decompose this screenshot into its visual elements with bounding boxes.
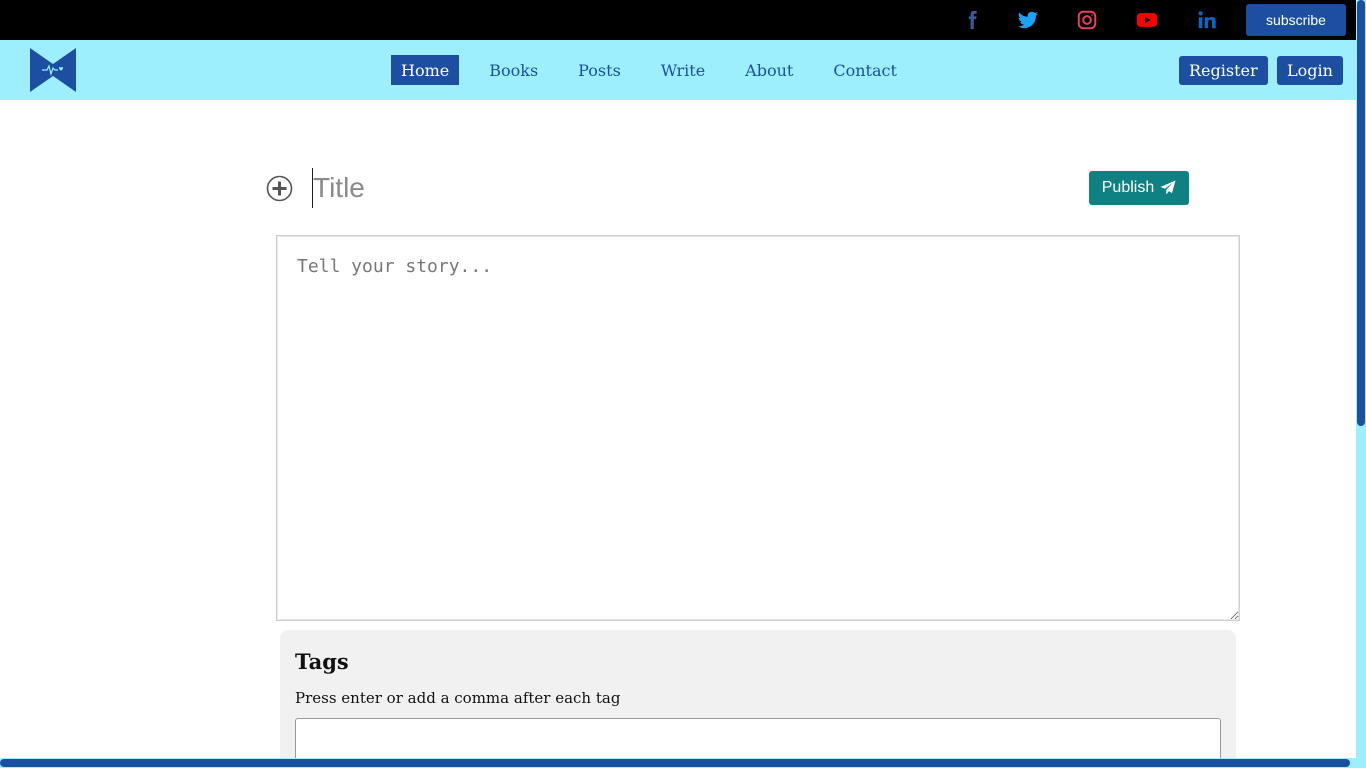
nav-books[interactable]: Books bbox=[479, 55, 548, 85]
tags-panel: Tags Press enter or add a comma after ea… bbox=[280, 630, 1236, 768]
nav-about[interactable]: About bbox=[735, 55, 803, 85]
publish-button[interactable]: Publish bbox=[1089, 171, 1189, 205]
facebook-icon[interactable] bbox=[960, 8, 984, 32]
linkedin-icon[interactable] bbox=[1195, 8, 1219, 32]
instagram-icon[interactable] bbox=[1075, 8, 1099, 32]
horizontal-scrollbar-thumb[interactable] bbox=[0, 759, 1350, 767]
site-logo[interactable] bbox=[30, 48, 76, 92]
tags-heading: Tags bbox=[295, 649, 349, 674]
youtube-icon[interactable] bbox=[1135, 8, 1159, 32]
add-media-icon[interactable] bbox=[266, 175, 293, 202]
nav-links: Home Books Posts Write About Contact bbox=[391, 55, 927, 85]
nav-posts[interactable]: Posts bbox=[568, 55, 631, 85]
vertical-scrollbar-thumb[interactable] bbox=[1357, 0, 1365, 426]
nav-write[interactable]: Write bbox=[651, 55, 715, 85]
publish-label: Publish bbox=[1101, 179, 1155, 196]
paper-plane-icon bbox=[1160, 180, 1176, 195]
story-textarea[interactable] bbox=[276, 235, 1240, 621]
register-button[interactable]: Register bbox=[1179, 56, 1268, 85]
nav-home[interactable]: Home bbox=[391, 55, 460, 85]
tags-hint: Press enter or add a comma after each ta… bbox=[295, 689, 621, 707]
subscribe-button[interactable]: subscribe bbox=[1246, 4, 1346, 36]
title-input[interactable] bbox=[312, 168, 1072, 208]
nav-contact[interactable]: Contact bbox=[823, 55, 907, 85]
main-navbar: Home Books Posts Write About Contact Reg… bbox=[0, 40, 1356, 100]
social-topbar: subscribe bbox=[0, 0, 1366, 40]
login-button[interactable]: Login bbox=[1277, 56, 1343, 85]
twitter-icon[interactable] bbox=[1016, 8, 1040, 32]
